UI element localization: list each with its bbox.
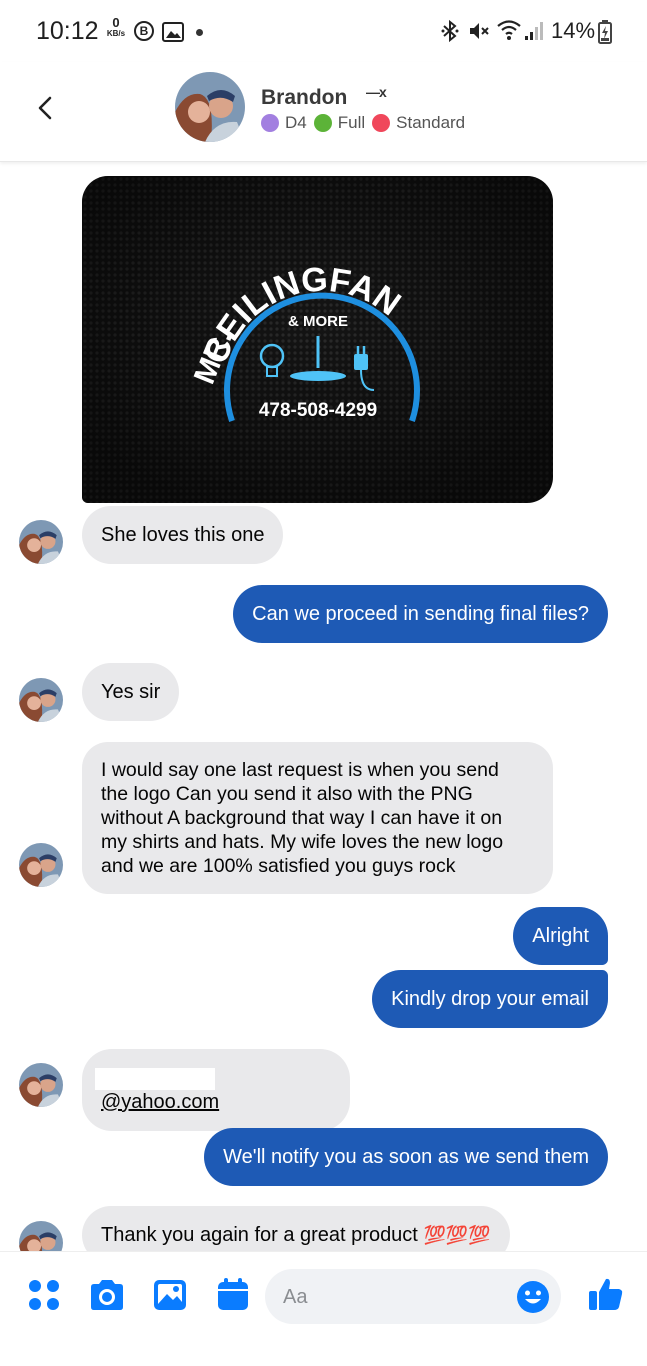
message-line: the logo Can you send it also with the P… <box>101 783 473 805</box>
shared-logo-image[interactable]: CEILINGFAN MR. & MORE 478-508-4299 <box>82 176 553 503</box>
signal-icon <box>525 22 543 40</box>
message-line: without A background that way I can have… <box>101 807 503 829</box>
contact-avatar-small[interactable] <box>19 1063 63 1107</box>
tag-color-dot <box>313 114 332 132</box>
message-thread[interactable]: CEILINGFAN MR. & MORE 478-508-4299 She l… <box>0 163 647 1251</box>
message-incoming-email[interactable]: @yahoo.com <box>82 1049 350 1131</box>
battery-charging-icon <box>598 20 612 44</box>
tag-standard: Standard <box>372 113 465 133</box>
message-outgoing[interactable]: Alright <box>513 907 608 965</box>
tag-color-dot <box>372 114 391 132</box>
contact-avatar-small[interactable] <box>19 1221 63 1251</box>
back-arrow-icon[interactable] <box>28 90 64 126</box>
tag-color-dot <box>261 114 279 132</box>
message-line: my shirts and hats. My wife loves the ne… <box>101 831 504 853</box>
message-outgoing[interactable]: Can we proceed in sending final files? <box>233 585 608 643</box>
message-incoming[interactable]: Thank you again for a great product 💯💯💯 <box>82 1206 510 1251</box>
calendar-icon[interactable] <box>215 1277 251 1313</box>
message-input-box[interactable] <box>265 1269 561 1324</box>
contact-avatar-small[interactable] <box>19 843 63 887</box>
bluetooth-icon <box>441 19 459 43</box>
status-time: 10:12 <box>36 17 99 45</box>
network-speed: 0 KB/s <box>106 15 126 38</box>
redacted-email-mask <box>95 1067 215 1090</box>
hundred-points-emoji: 💯💯💯 <box>423 1225 491 1245</box>
battery-percent: 14% <box>551 18 596 43</box>
notification-b-icon: B <box>134 21 154 41</box>
message-line: and we are 100% satisfied you guys rock <box>101 855 456 877</box>
contact-avatar[interactable] <box>175 72 245 142</box>
image-notification-icon <box>162 22 184 42</box>
message-incoming-long[interactable]: I would say one last request is when you… <box>82 742 553 894</box>
message-incoming[interactable]: Yes sir <box>82 663 180 721</box>
contact-avatar-small[interactable] <box>19 678 63 722</box>
gallery-icon[interactable] <box>152 1277 188 1313</box>
message-line: I would say one last request is when you… <box>101 759 499 781</box>
camera-icon[interactable] <box>88 1277 126 1313</box>
mute-icon <box>470 23 489 39</box>
message-text: Thank you again for a great product <box>101 1224 418 1246</box>
message-composer <box>0 1251 647 1366</box>
message-input[interactable] <box>283 1282 503 1312</box>
emoji-icon[interactable] <box>516 1280 550 1314</box>
contact-name-trailing: —x <box>366 84 387 100</box>
wifi-icon <box>497 20 521 40</box>
tag-full: Full <box>313 113 365 133</box>
message-incoming[interactable]: She loves this one <box>82 506 284 564</box>
status-bar: 10:12 0 KB/s B 14% <box>0 0 647 62</box>
tag-d4: D4 <box>261 113 307 133</box>
logo-tagline-text: & MORE <box>288 313 348 330</box>
email-link[interactable]: @yahoo.com <box>101 1091 219 1113</box>
contact-avatar-small[interactable] <box>19 520 63 564</box>
more-notifications-dot <box>196 29 203 36</box>
contact-tags: D4 Full Standard <box>261 113 472 133</box>
apps-icon[interactable] <box>26 1277 62 1313</box>
thumbs-up-icon[interactable] <box>587 1275 625 1313</box>
logo-phone-text: 478-508-4299 <box>259 400 377 421</box>
message-outgoing[interactable]: We'll notify you as soon as we send them <box>204 1128 608 1186</box>
chat-header: Brandon —x D4 Full Standard <box>0 62 647 162</box>
message-outgoing[interactable]: Kindly drop your email <box>372 970 608 1028</box>
contact-name[interactable]: Brandon <box>261 86 347 110</box>
